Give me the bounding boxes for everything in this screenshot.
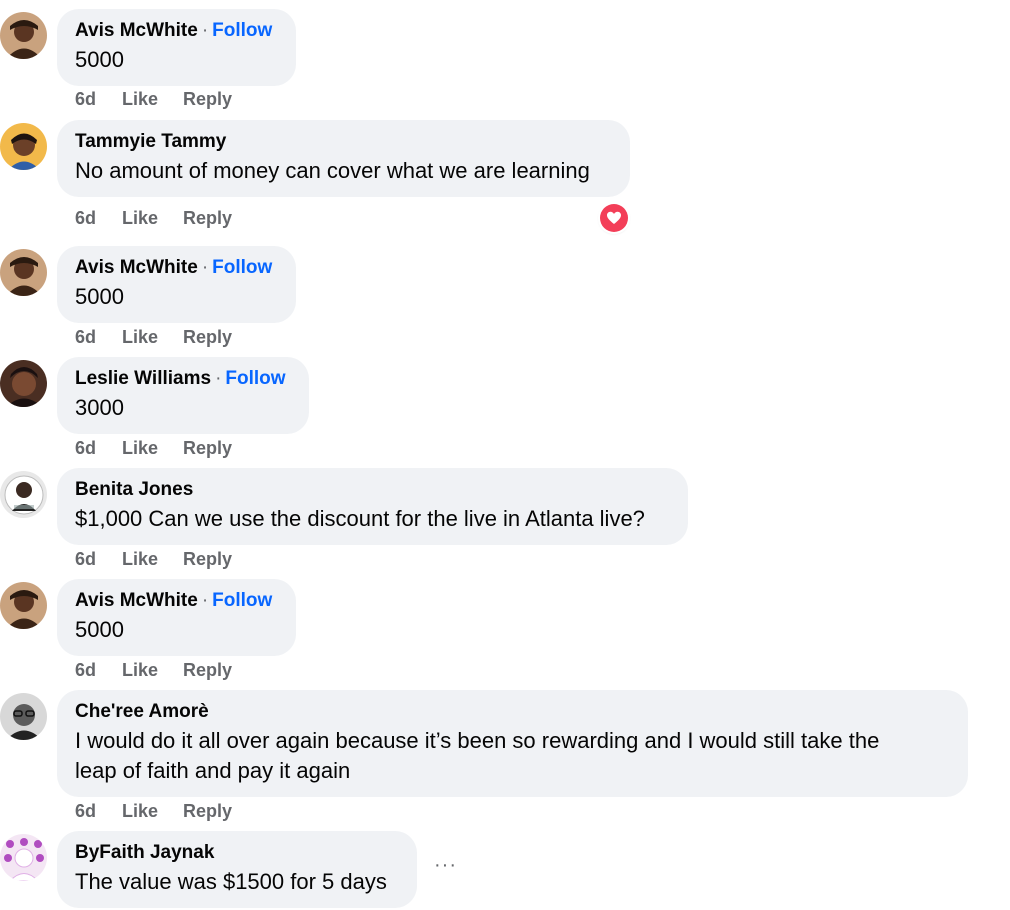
- timestamp[interactable]: 6d: [75, 438, 122, 459]
- timestamp[interactable]: 6d: [75, 801, 122, 822]
- reply-button[interactable]: Reply: [183, 801, 232, 822]
- like-button[interactable]: Like: [122, 89, 183, 110]
- reply-button[interactable]: Reply: [183, 660, 232, 681]
- comment-bubble: Leslie Williams · Follow 3000: [57, 357, 309, 434]
- comment-text: 5000: [75, 617, 124, 642]
- more-options-icon[interactable]: ···: [434, 854, 457, 877]
- follow-button[interactable]: Follow: [212, 257, 272, 278]
- comment-actions: 6d Like Reply: [75, 801, 232, 822]
- comment-text-line: I would do it all over again because it’…: [75, 728, 880, 753]
- comment-actions: 6d Like Reply: [75, 549, 232, 570]
- timestamp[interactable]: 6d: [75, 660, 122, 681]
- comment-text: I would do it all over again because it’…: [75, 726, 950, 786]
- comment-bubble: Che'ree Amorè I would do it all over aga…: [57, 690, 968, 797]
- timestamp[interactable]: 6d: [75, 327, 122, 348]
- author-name[interactable]: Che'ree Amorè: [75, 701, 209, 722]
- comment-actions: 6d Like Reply: [75, 208, 232, 229]
- author-name[interactable]: Tammyie Tammy: [75, 131, 226, 152]
- author-name[interactable]: Benita Jones: [75, 479, 193, 500]
- comment-actions: 6d Like Reply: [75, 438, 232, 459]
- like-button[interactable]: Like: [122, 801, 183, 822]
- reply-button[interactable]: Reply: [183, 208, 232, 229]
- comment-text: 3000: [75, 395, 124, 420]
- comment-bubble: Tammyie Tammy No amount of money can cov…: [57, 120, 630, 197]
- like-button[interactable]: Like: [122, 660, 183, 681]
- comment-actions: 6d Like Reply: [75, 89, 232, 110]
- author-name[interactable]: Avis McWhite: [75, 590, 198, 611]
- author-name[interactable]: Avis McWhite: [75, 20, 198, 41]
- comment-bubble: ByFaith Jaynak The value was $1500 for 5…: [57, 831, 417, 908]
- like-button[interactable]: Like: [122, 549, 183, 570]
- reply-button[interactable]: Reply: [183, 438, 232, 459]
- separator: ·: [215, 368, 222, 389]
- author-name[interactable]: Avis McWhite: [75, 257, 198, 278]
- avatar[interactable]: [0, 123, 47, 170]
- comment-actions: 6d Like Reply: [75, 660, 232, 681]
- comment-text: 5000: [75, 47, 124, 72]
- follow-button[interactable]: Follow: [212, 20, 272, 41]
- reply-button[interactable]: Reply: [183, 549, 232, 570]
- avatar[interactable]: [0, 693, 47, 740]
- separator: ·: [201, 20, 209, 41]
- comment-text: The value was $1500 for 5 days: [75, 869, 387, 894]
- like-button[interactable]: Like: [122, 208, 183, 229]
- author-name[interactable]: ByFaith Jaynak: [75, 842, 214, 863]
- avatar[interactable]: [0, 834, 47, 881]
- comment-actions: 6d Like Reply: [75, 327, 232, 348]
- heart-reaction-icon[interactable]: [600, 204, 628, 232]
- comment-text: $1,000 Can we use the discount for the l…: [75, 506, 645, 531]
- avatar[interactable]: [0, 582, 47, 629]
- reply-button[interactable]: Reply: [183, 327, 232, 348]
- like-button[interactable]: Like: [122, 438, 183, 459]
- avatar[interactable]: [0, 249, 47, 296]
- comment-text: 5000: [75, 284, 124, 309]
- comment-text-line: leap of faith and pay it again: [75, 758, 351, 783]
- author-name[interactable]: Leslie Williams: [75, 368, 211, 389]
- comment-bubble: Avis McWhite · Follow 5000: [57, 246, 296, 323]
- avatar[interactable]: [0, 12, 47, 59]
- comment-bubble: Benita Jones $1,000 Can we use the disco…: [57, 468, 688, 545]
- timestamp[interactable]: 6d: [75, 549, 122, 570]
- reply-button[interactable]: Reply: [183, 89, 232, 110]
- timestamp[interactable]: 6d: [75, 89, 122, 110]
- comment-text: No amount of money can cover what we are…: [75, 158, 590, 183]
- follow-button[interactable]: Follow: [225, 368, 285, 389]
- follow-button[interactable]: Follow: [212, 590, 272, 611]
- avatar[interactable]: [0, 360, 47, 407]
- comment-bubble: Avis McWhite · Follow 5000: [57, 9, 296, 86]
- avatar[interactable]: [0, 471, 47, 518]
- like-button[interactable]: Like: [122, 327, 183, 348]
- separator: ·: [201, 590, 209, 611]
- separator: ·: [201, 257, 209, 278]
- comment-bubble: Avis McWhite · Follow 5000: [57, 579, 296, 656]
- timestamp[interactable]: 6d: [75, 208, 122, 229]
- heart-icon: [607, 211, 621, 224]
